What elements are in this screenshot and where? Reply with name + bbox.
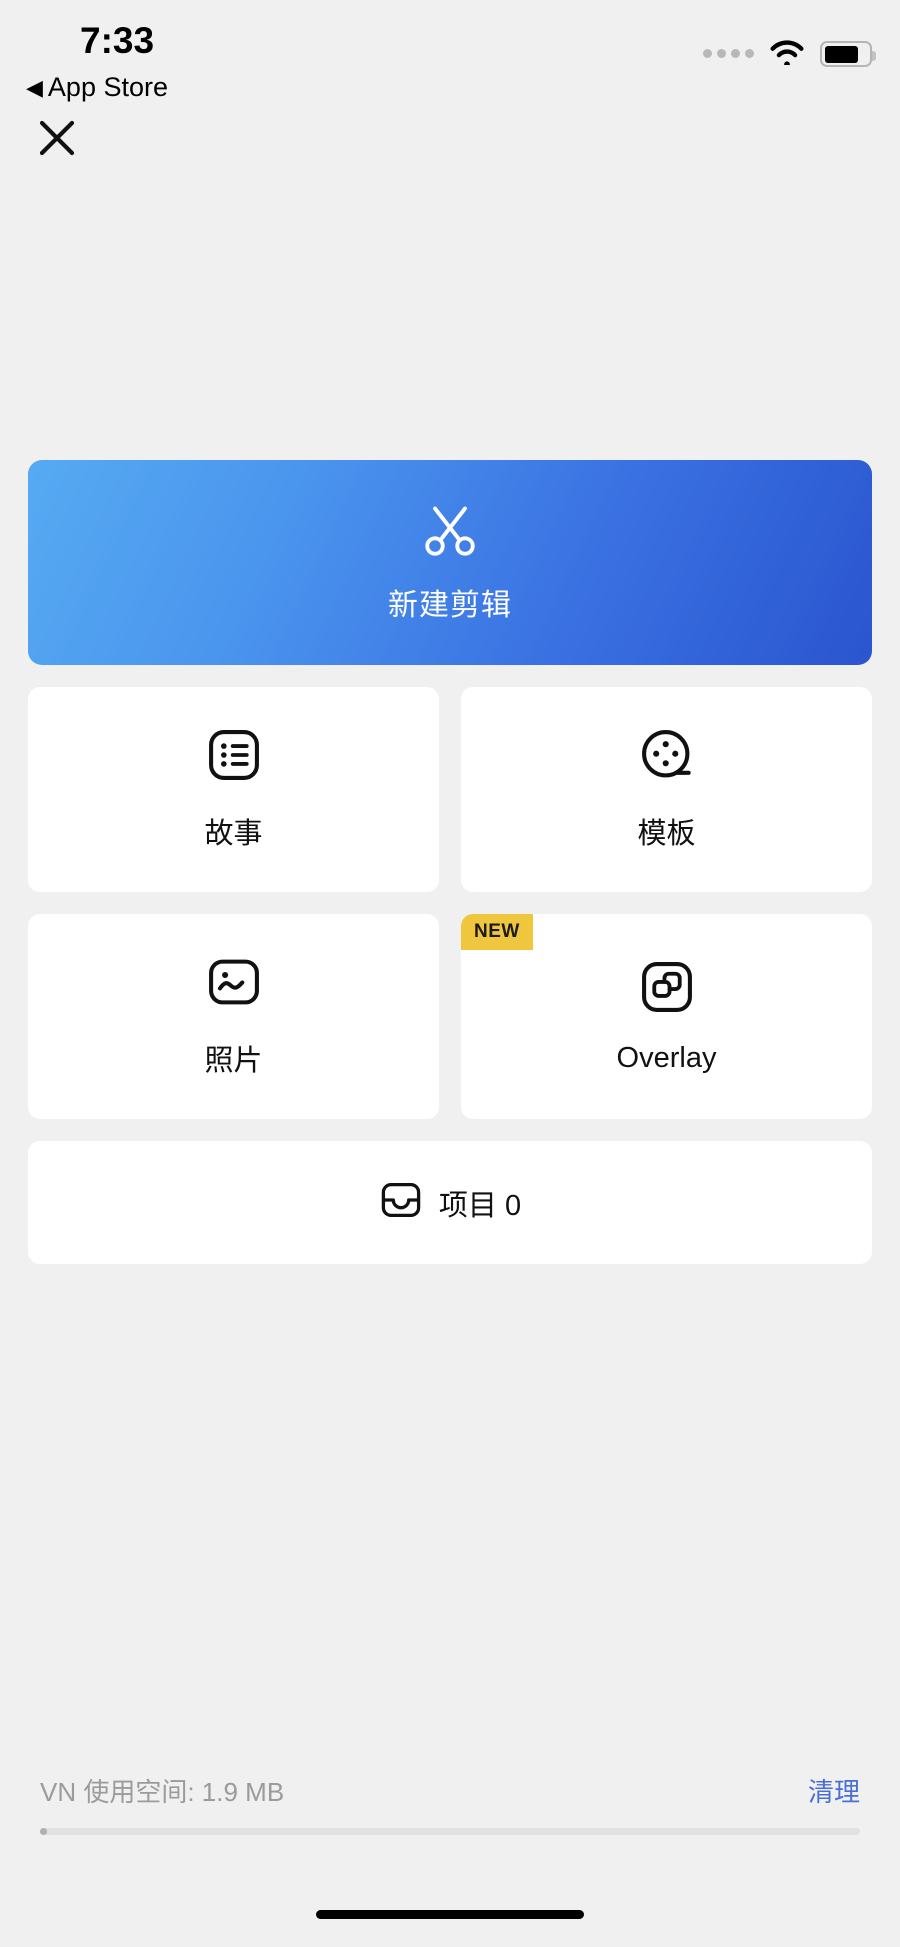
new-badge: NEW: [461, 914, 533, 950]
photo-square-icon: [206, 954, 262, 1015]
list-square-icon: [206, 727, 262, 788]
tile-overlay[interactable]: NEW Overlay: [461, 914, 872, 1119]
storage-progress-fill: [40, 1828, 47, 1835]
tile-photo[interactable]: 照片: [28, 914, 439, 1119]
status-bar-indicators: [703, 38, 876, 70]
close-icon: [39, 120, 75, 156]
tile-story[interactable]: 故事: [28, 687, 439, 892]
battery-icon: [820, 41, 876, 67]
layers-square-icon: [639, 959, 695, 1020]
storage-info-row: VN 使用空间: 1.9 MB 清理: [28, 1772, 872, 1809]
status-bar-time: 7:33: [80, 20, 155, 61]
back-arrow-icon: ◀: [26, 74, 43, 100]
projects-row[interactable]: 项目 0: [28, 1141, 872, 1264]
tile-story-label: 故事: [204, 818, 263, 850]
inbox-icon: [379, 1178, 423, 1227]
tile-template[interactable]: 模板: [461, 687, 872, 892]
app-screen: 7:33 ◀ App Store 新建剪辑 故事 模板 照片 NEW Overl…: [0, 0, 900, 1947]
back-link-label: App Store: [47, 72, 168, 102]
film-reel-icon: [639, 727, 695, 788]
new-edit-label: 新建剪辑: [388, 589, 512, 622]
tile-photo-label: 照片: [204, 1045, 263, 1077]
clean-storage-button[interactable]: 清理: [808, 1772, 860, 1809]
tile-overlay-label: Overlay: [616, 1041, 717, 1074]
new-edit-card[interactable]: 新建剪辑: [28, 460, 872, 665]
wifi-icon: [769, 38, 805, 70]
status-bar: 7:33 ◀ App Store: [0, 0, 900, 103]
storage-progress-bar: [40, 1828, 860, 1835]
close-button[interactable]: [36, 117, 78, 159]
storage-usage-label: VN 使用空间: 1.9 MB: [40, 1777, 285, 1807]
main-content: 新建剪辑 故事 模板 照片 NEW Overlay 项目 0: [0, 460, 900, 1264]
scissors-icon: [420, 501, 480, 566]
home-indicator[interactable]: [316, 1910, 584, 1919]
storage-footer: VN 使用空间: 1.9 MB 清理: [0, 1772, 900, 1835]
feature-tiles-grid: 故事 模板 照片 NEW Overlay: [28, 687, 872, 1119]
signal-dots-icon: [703, 48, 754, 60]
projects-label: 项目 0: [438, 1189, 522, 1222]
tile-template-label: 模板: [637, 818, 696, 850]
back-to-app-store-link[interactable]: ◀ App Store: [26, 72, 168, 103]
